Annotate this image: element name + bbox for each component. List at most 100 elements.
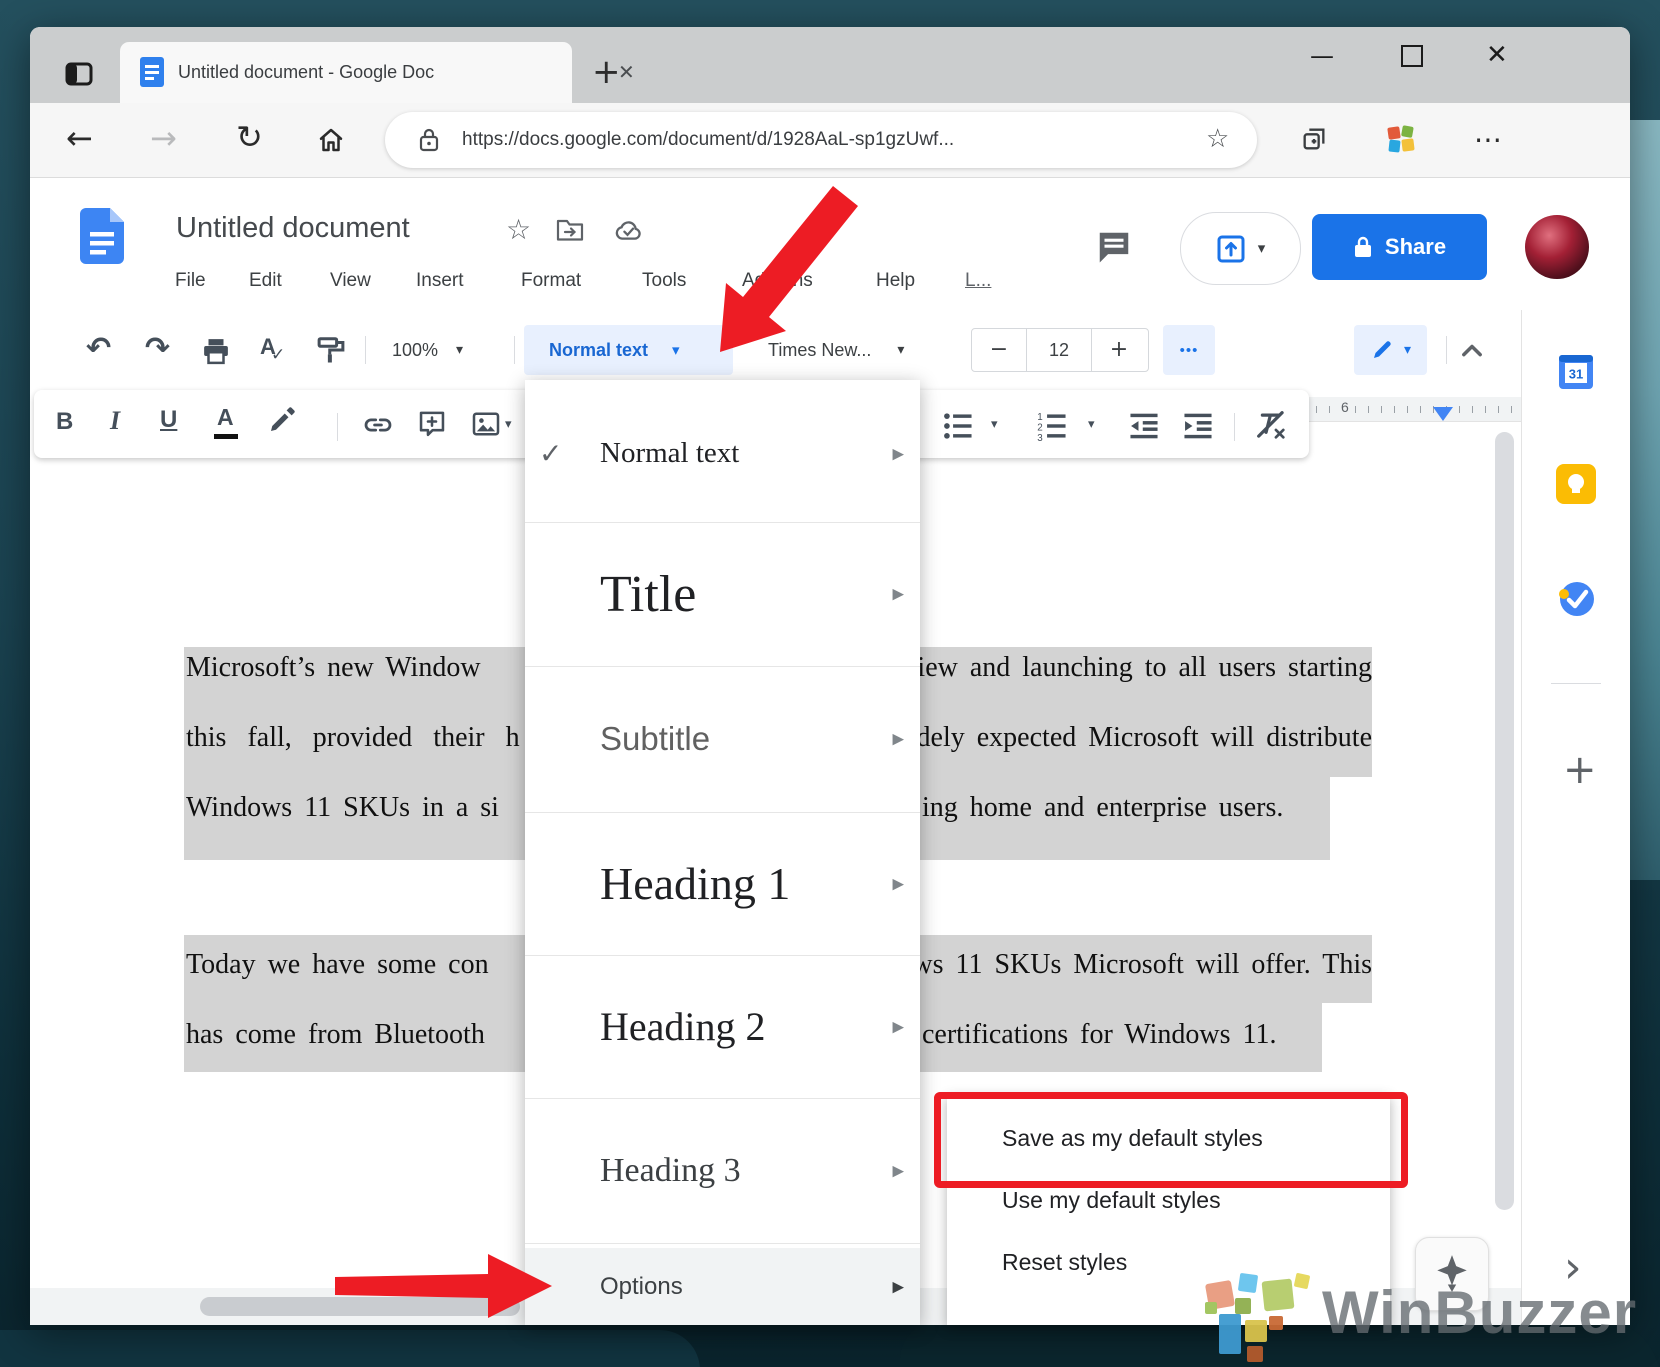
- doc-text-line[interactable]: view and launching to all users starting: [903, 648, 1372, 688]
- add-comment-button[interactable]: [418, 410, 446, 440]
- bulleted-list-caret-icon[interactable]: ▾: [991, 418, 998, 431]
- zoom-select[interactable]: 100% ▾: [392, 334, 463, 366]
- image-caret-icon[interactable]: ▾: [505, 418, 512, 431]
- submenu-item-label: Reset styles: [1002, 1249, 1127, 1276]
- horizontal-scrollbar-thumb[interactable]: [200, 1297, 520, 1316]
- extension-icon[interactable]: [1384, 122, 1418, 156]
- undo-button[interactable]: ↶: [86, 334, 111, 364]
- tab-close-icon[interactable]: ✕: [618, 62, 635, 82]
- menu-item-options[interactable]: Options ▶: [525, 1248, 920, 1325]
- annotation-highlight-box: [934, 1092, 1408, 1188]
- font-size-decrease[interactable]: −: [972, 339, 1026, 361]
- menu-item-heading3[interactable]: Heading 3 ▶: [525, 1098, 920, 1243]
- toolbar-collapse-button[interactable]: [1458, 338, 1486, 362]
- doc-text-line[interactable]: dely expected Microsoft will distribute: [917, 718, 1372, 758]
- menu-item-title[interactable]: Title ▶: [525, 522, 920, 666]
- present-caret-icon: ▾: [1258, 241, 1266, 256]
- menu-file[interactable]: File: [175, 270, 206, 292]
- menu-edit[interactable]: Edit: [249, 270, 282, 292]
- menu-divider: [525, 1243, 920, 1244]
- minimize-button[interactable]: —: [1310, 44, 1334, 68]
- last-edit-link[interactable]: L...: [965, 270, 991, 292]
- menu-format[interactable]: Format: [521, 270, 581, 292]
- font-select[interactable]: Times New... ▾: [768, 334, 904, 366]
- doc-text-line[interactable]: Windows 11 SKUs in a si: [186, 788, 499, 828]
- share-label: Share: [1385, 234, 1446, 260]
- home-button[interactable]: [316, 125, 346, 155]
- doc-text-line[interactable]: Microsoft’s new Window: [186, 648, 481, 688]
- doc-text-line[interactable]: has come from Bluetooth: [186, 1015, 485, 1055]
- menu-item-label: Options: [600, 1273, 683, 1301]
- keep-panel-button[interactable]: [1556, 464, 1596, 504]
- menu-view[interactable]: View: [330, 270, 371, 292]
- calendar-panel-button[interactable]: 31: [1556, 352, 1596, 392]
- editing-mode-button[interactable]: ▾: [1354, 325, 1427, 375]
- menu-tools[interactable]: Tools: [642, 270, 686, 292]
- browser-menu-button[interactable]: ⋯: [1474, 126, 1502, 154]
- maximize-button[interactable]: [1401, 45, 1423, 67]
- menu-item-heading1[interactable]: Heading 1 ▶: [525, 812, 920, 955]
- check-icon: ✓: [539, 440, 562, 468]
- comment-history-button[interactable]: [1095, 228, 1133, 266]
- clear-formatting-button[interactable]: [1255, 409, 1287, 441]
- doc-text-line[interactable]: this fall, provided their h: [186, 718, 520, 758]
- increase-indent-button[interactable]: [1182, 410, 1214, 442]
- menu-item-subtitle[interactable]: Subtitle ▶: [525, 666, 920, 812]
- share-button[interactable]: Share: [1312, 214, 1487, 280]
- menu-item-label: Heading 1: [600, 857, 790, 910]
- highlight-color-button[interactable]: [266, 406, 296, 436]
- doc-text-line[interactable]: ows 11 SKUs Microsoft will offer. This: [898, 945, 1372, 985]
- font-size-value[interactable]: 12: [1026, 329, 1092, 371]
- tasks-panel-button[interactable]: [1556, 579, 1596, 619]
- numbered-list-button[interactable]: 1 2 3: [1036, 410, 1068, 442]
- bulleted-list-button[interactable]: [942, 410, 974, 442]
- doc-text-line[interactable]: ing home and enterprise users.: [922, 788, 1283, 828]
- style-select[interactable]: Normal text ▾: [524, 325, 733, 375]
- ruler-indent-marker[interactable]: [1433, 407, 1453, 421]
- menu-addons[interactable]: Add-ons: [742, 270, 813, 292]
- close-window-button[interactable]: ✕: [1486, 42, 1508, 68]
- print-button[interactable]: [201, 336, 231, 366]
- menu-item-heading2[interactable]: Heading 2 ▶: [525, 955, 920, 1098]
- tab-layout-button[interactable]: [58, 53, 100, 95]
- submenu-arrow-icon: ▶: [892, 587, 904, 602]
- new-tab-button[interactable]: +: [592, 55, 621, 89]
- back-button[interactable]: ←: [66, 122, 93, 154]
- text-color-letter: A: [217, 404, 234, 431]
- decrease-indent-button[interactable]: [1128, 410, 1160, 442]
- vertical-scrollbar-thumb[interactable]: [1495, 432, 1514, 1210]
- browser-tab[interactable]: Untitled document - Google Doc ✕: [120, 42, 572, 103]
- refresh-button[interactable]: ↻: [236, 121, 263, 153]
- menu-item-label: Title: [600, 565, 696, 624]
- redo-button[interactable]: ↷: [145, 334, 170, 364]
- star-document-icon[interactable]: ☆: [506, 216, 531, 244]
- text-color-button[interactable]: A: [214, 404, 240, 440]
- style-caret-icon: ▾: [672, 343, 680, 358]
- move-folder-icon[interactable]: [556, 217, 584, 243]
- collections-icon[interactable]: [1300, 125, 1328, 153]
- document-title[interactable]: Untitled document: [176, 212, 410, 245]
- favorite-star-icon[interactable]: ☆: [1206, 126, 1229, 152]
- doc-text-line[interactable]: certifications for Windows 11.: [922, 1015, 1276, 1055]
- toolbar-more-button[interactable]: •••: [1163, 325, 1215, 375]
- menu-insert[interactable]: Insert: [416, 270, 464, 292]
- submenu-arrow-icon: ▶: [892, 446, 904, 461]
- menu-help[interactable]: Help: [876, 270, 915, 292]
- presentation-button[interactable]: ▾: [1180, 212, 1301, 285]
- paint-format-button[interactable]: [316, 335, 346, 365]
- underline-button[interactable]: U: [160, 406, 177, 434]
- doc-text-line[interactable]: Today we have some con: [186, 945, 489, 985]
- menu-item-normal-text[interactable]: ✓ Normal text ▶: [525, 385, 920, 522]
- numbered-list-caret-icon[interactable]: ▾: [1088, 418, 1095, 431]
- italic-button[interactable]: I: [110, 406, 120, 436]
- toolbar-separator: [1234, 413, 1235, 441]
- present-icon: [1216, 234, 1246, 264]
- font-size-increase[interactable]: +: [1092, 339, 1146, 361]
- insert-image-button[interactable]: [472, 412, 500, 436]
- bold-button[interactable]: B: [56, 408, 73, 436]
- spellcheck-button[interactable]: A ✓: [258, 334, 290, 366]
- insert-link-button[interactable]: [362, 412, 394, 438]
- user-avatar[interactable]: [1525, 215, 1589, 279]
- forward-button[interactable]: →: [150, 122, 177, 154]
- get-addons-button[interactable]: +: [1563, 750, 1597, 790]
